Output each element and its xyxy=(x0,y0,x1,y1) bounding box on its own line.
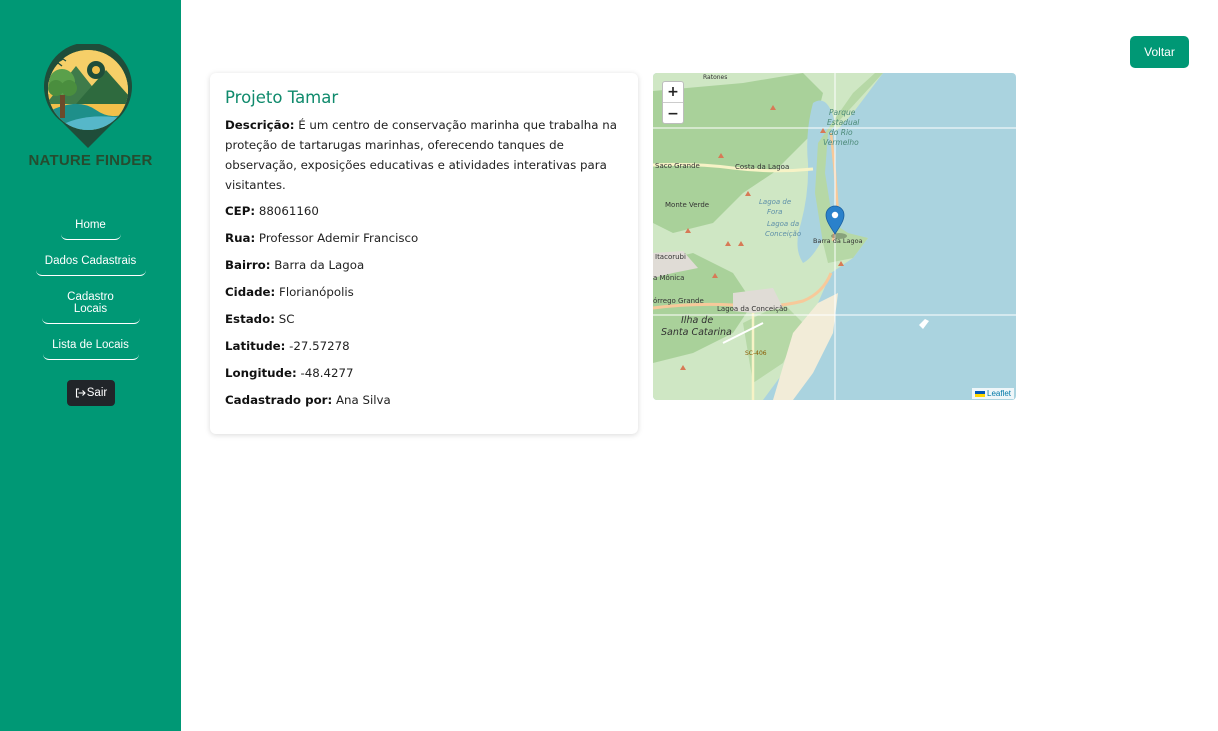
map-label-santa-catarina: Santa Catarina xyxy=(661,327,732,338)
latitude-label: Latitude: xyxy=(225,339,286,353)
street-value: Professor Ademir Francisco xyxy=(258,231,419,245)
map-label-lagoa-de: Lagoa de xyxy=(759,198,791,206)
description-row: Descrição: É um centro de conservação ma… xyxy=(225,115,623,195)
place-details-card: Projeto Tamar Descrição: É um centro de … xyxy=(210,73,638,434)
city-row: Cidade: Florianópolis xyxy=(225,282,623,302)
sidebar-item-lista-locais[interactable]: Lista de Locais xyxy=(42,334,139,360)
registered-by-value: Ana Silva xyxy=(335,393,391,407)
nature-finder-logo xyxy=(44,44,132,148)
map-label-do-rio: do Rio xyxy=(829,128,853,137)
map-label-sc406: SC-406 xyxy=(745,350,767,357)
map-label-ratones: Ratones xyxy=(703,74,727,81)
sidebar: NATURE FINDER Home Dados Cadastrais Cada… xyxy=(0,0,181,731)
longitude-label: Longitude: xyxy=(225,366,297,380)
place-title: Projeto Tamar xyxy=(225,88,339,107)
sign-out-icon xyxy=(75,388,86,398)
map-label-estadual: Estadual xyxy=(827,118,860,127)
map-label-corrego-grande: órrego Grande xyxy=(653,297,704,305)
logout-label: Sair xyxy=(86,387,108,399)
latitude-value: -27.57278 xyxy=(289,339,350,353)
brand-name: NATURE FINDER xyxy=(28,152,153,169)
sidebar-nav: Home Dados Cadastrais Cadastro Locais Li… xyxy=(0,214,181,360)
map-label-lagoa-conceicao: Lagoa da Conceição xyxy=(717,305,788,313)
sidebar-item-dados-cadastrais[interactable]: Dados Cadastrais xyxy=(35,250,146,276)
map-zoom-control: + − xyxy=(662,81,684,124)
ukraine-flag-icon xyxy=(975,390,985,397)
city-value: Florianópolis xyxy=(279,285,354,299)
sidebar-item-home[interactable]: Home xyxy=(60,214,121,240)
neighborhood-value: Barra da Lagoa xyxy=(274,258,365,272)
back-button[interactable]: Voltar xyxy=(1130,36,1189,68)
leaflet-link[interactable]: Leaflet xyxy=(987,389,1011,398)
registered-by-label: Cadastrado por: xyxy=(225,393,333,407)
registered-by-row: Cadastrado por: Ana Silva xyxy=(225,390,623,410)
map-label-saco-grande: Saco Grande xyxy=(655,162,700,170)
map-label-vermelho: Vermelho xyxy=(823,138,859,147)
map-label-ilha-de: Ilha de xyxy=(681,315,713,326)
cep-row: CEP: 88061160 xyxy=(225,201,623,221)
latitude-row: Latitude: -27.57278 xyxy=(225,336,623,356)
state-label: Estado: xyxy=(225,312,275,326)
neighborhood-label: Bairro: xyxy=(225,258,271,272)
street-row: Rua: Professor Ademir Francisco xyxy=(225,228,623,248)
longitude-value: -48.4277 xyxy=(300,366,354,380)
state-value: SC xyxy=(278,312,295,326)
zoom-out-button[interactable]: − xyxy=(663,103,683,124)
description-label: Descrição: xyxy=(225,118,295,132)
map-tiles[interactable]: Saco Grande Costa da Lagoa Monte Verde I… xyxy=(653,73,1016,400)
street-label: Rua: xyxy=(225,231,256,245)
map-attribution[interactable]: Leaflet xyxy=(972,388,1015,399)
location-map[interactable]: Saco Grande Costa da Lagoa Monte Verde I… xyxy=(653,73,1016,400)
neighborhood-row: Bairro: Barra da Lagoa xyxy=(225,255,623,275)
sidebar-item-cadastro-locais[interactable]: Cadastro Locais xyxy=(41,286,140,324)
map-label-parque: Parque xyxy=(829,108,856,117)
map-label-monte-verde: Monte Verde xyxy=(665,201,709,209)
map-label-costa-lagoa: Costa da Lagoa xyxy=(735,163,789,171)
state-row: Estado: SC xyxy=(225,309,623,329)
map-label-santa-monica: a Mônica xyxy=(653,274,684,282)
map-label-lagoa-da: Lagoa da xyxy=(767,220,799,228)
logout-button[interactable]: Sair xyxy=(67,380,115,406)
map-label-itacorubi: Itacorubi xyxy=(655,253,686,261)
map-label-fora: Fora xyxy=(767,208,782,216)
zoom-in-button[interactable]: + xyxy=(663,82,683,103)
longitude-row: Longitude: -48.4277 xyxy=(225,363,623,383)
app-root: NATURE FINDER Home Dados Cadastrais Cada… xyxy=(0,0,1218,731)
cep-label: CEP: xyxy=(225,204,256,218)
city-label: Cidade: xyxy=(225,285,276,299)
map-label-conceicao: Conceição xyxy=(765,230,801,238)
cep-value: 88061160 xyxy=(258,204,319,218)
